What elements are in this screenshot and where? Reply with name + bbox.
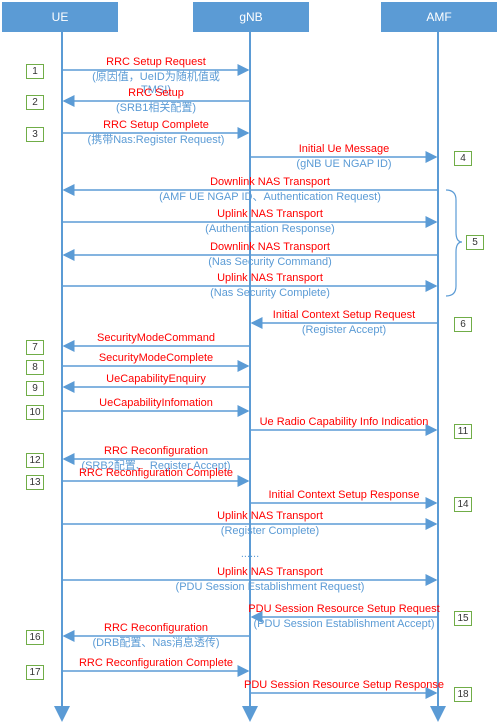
message-detail: (PDU Session Establishment Request) xyxy=(175,581,365,593)
ellipsis: ...... xyxy=(240,548,260,560)
step-badge: 14 xyxy=(454,497,472,512)
step-badge: 12 xyxy=(26,453,44,468)
message-detail: (Register Complete) xyxy=(220,525,320,537)
step-badge: 18 xyxy=(454,687,472,702)
message-title: Ue Radio Capability Info Indication xyxy=(259,416,429,428)
message-title: Downlink NAS Transport xyxy=(210,176,330,188)
step-badge: 8 xyxy=(26,360,44,375)
message-title: Initial Ue Message xyxy=(298,143,390,155)
message-title: RRC Reconfiguration Complete xyxy=(78,657,234,669)
step-badge: 10 xyxy=(26,405,44,420)
message-title: SecurityModeComplete xyxy=(98,352,214,364)
group-brace xyxy=(445,189,463,297)
step-badge: 4 xyxy=(454,151,472,166)
message-detail: (AMF UE NGAP ID、Authentication Request) xyxy=(159,191,381,203)
message-title: UeCapabilityEnquiry xyxy=(106,373,206,385)
message-title: Uplink NAS Transport xyxy=(217,566,323,578)
step-badge: 7 xyxy=(26,340,44,355)
step-badge: 1 xyxy=(26,64,44,79)
step-badge: 15 xyxy=(454,611,472,626)
step-badge: 17 xyxy=(26,665,44,680)
step-badge: 9 xyxy=(26,381,44,396)
message-detail: (DRB配置、Nas消息透传) xyxy=(92,637,220,649)
message-detail: (SRB1相关配置) xyxy=(115,102,197,114)
message-title: Downlink NAS Transport xyxy=(210,241,330,253)
message-title: RRC Reconfiguration xyxy=(104,622,208,634)
message-detail: (Nas Security Command) xyxy=(208,256,332,268)
message-title: UeCapabilityInfomation xyxy=(99,397,213,409)
message-title: SecurityModeCommand xyxy=(97,332,215,344)
step-badge-group: 5 xyxy=(466,235,484,250)
message-title: Initial Context Setup Response xyxy=(268,489,420,501)
message-title: RRC Setup Complete xyxy=(103,119,209,131)
message-title: RRC Reconfiguration Complete xyxy=(78,467,234,479)
step-badge: 3 xyxy=(26,127,44,142)
message-detail: (PDU Session Establishment Accept) xyxy=(253,618,435,630)
message-title: PDU Session Resource Setup Request xyxy=(248,603,440,615)
message-detail: (Nas Security Complete) xyxy=(210,287,330,299)
message-title: Initial Context Setup Request xyxy=(272,309,416,321)
message-title: RRC Setup xyxy=(128,87,184,99)
message-title: Uplink NAS Transport xyxy=(217,208,323,220)
step-badge: 11 xyxy=(454,424,472,439)
step-badge: 13 xyxy=(26,475,44,490)
step-badge: 6 xyxy=(454,317,472,332)
step-badge: 2 xyxy=(26,95,44,110)
message-title: RRC Reconfiguration xyxy=(104,445,208,457)
message-title: RRC Setup Request xyxy=(106,56,206,68)
step-badge: 16 xyxy=(26,630,44,645)
message-title: Uplink NAS Transport xyxy=(217,272,323,284)
message-detail: (Register Accept) xyxy=(301,324,387,336)
message-detail: (gNB UE NGAP ID) xyxy=(296,158,392,170)
message-title: Uplink NAS Transport xyxy=(217,510,323,522)
message-detail: (携带Nas:Register Request) xyxy=(87,134,225,146)
message-detail: (Authentication Response) xyxy=(205,223,335,235)
message-title: PDU Session Resource Setup Response xyxy=(244,679,444,691)
